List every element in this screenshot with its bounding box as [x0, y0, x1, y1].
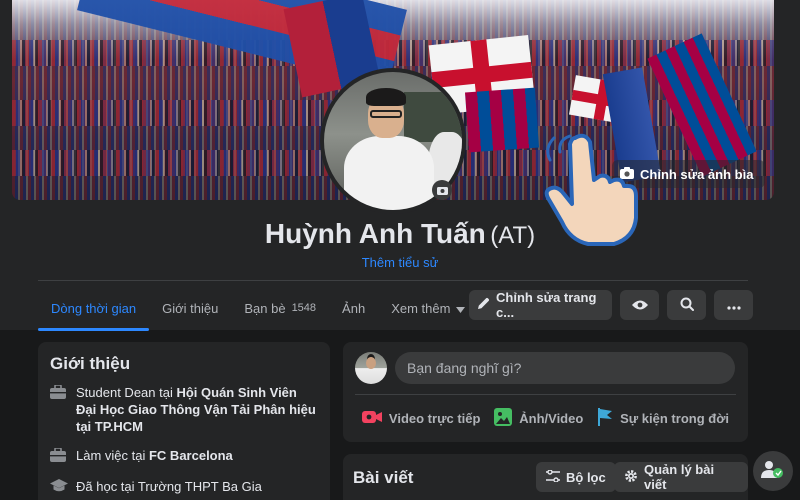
- profile-nickname: (AT): [490, 222, 536, 249]
- photo-video-label: Ảnh/Video: [519, 410, 584, 426]
- intro-item-work: Làm việc tại FC Barcelona: [50, 447, 318, 466]
- flag-icon: [597, 407, 613, 429]
- cover-flag: [464, 87, 540, 153]
- photo-icon: [494, 407, 513, 429]
- divider: [355, 394, 736, 395]
- tab-friends[interactable]: Bạn bè 1548: [231, 291, 329, 325]
- briefcase-icon: [50, 447, 68, 466]
- intro-title: Giới thiệu: [50, 354, 131, 373]
- life-event-button[interactable]: Sự kiện trong đời: [597, 407, 730, 429]
- live-video-label: Video trực tiếp: [388, 410, 481, 426]
- update-avatar-camera-icon[interactable]: [432, 180, 452, 200]
- composer-avatar[interactable]: [355, 352, 387, 384]
- tab-label: Giới thiệu: [162, 300, 219, 316]
- search-profile-button[interactable]: [667, 290, 706, 320]
- tab-label: Dòng thời gian: [51, 300, 137, 316]
- intro-link[interactable]: FC Barcelona: [149, 448, 233, 463]
- briefcase-icon: [50, 384, 68, 435]
- manage-posts-label: Quản lý bài viết: [644, 462, 715, 492]
- caret-down-icon: [456, 301, 466, 316]
- live-video-icon: [361, 410, 382, 427]
- filter-icon: [546, 468, 560, 485]
- intro-item-education: Đã học tại Trường THPT Ba Gia: [50, 478, 318, 497]
- intro-item-work: Student Dean tại Hội Quán Sinh Viên Đại …: [50, 384, 318, 435]
- tab-about[interactable]: Giới thiệu: [149, 291, 231, 325]
- posts-header-card: Bài viết Bộ lọc Quản lý bài viết: [343, 454, 748, 500]
- tab-photos[interactable]: Ảnh: [329, 291, 378, 325]
- contacts-chat-button[interactable]: [753, 451, 793, 491]
- gear-icon: [624, 469, 638, 486]
- add-bio-link[interactable]: Thêm tiểu sử: [0, 255, 800, 270]
- manage-posts-button[interactable]: Quản lý bài viết: [614, 462, 748, 492]
- people-icon: [761, 460, 785, 483]
- pencil-icon: [477, 297, 490, 313]
- profile-name: Huỳnh Anh Tuấn: [264, 218, 486, 249]
- intro-text: Student Dean tại: [76, 385, 177, 400]
- eye-icon: [631, 298, 648, 313]
- edit-profile-label: Chỉnh sửa trang c...: [496, 290, 597, 320]
- post-composer: Bạn đang nghĩ gì? Video trực tiếp Ảnh/Vi…: [343, 342, 748, 442]
- photo-video-button[interactable]: Ảnh/Video: [494, 407, 584, 429]
- tab-label: Bạn bè: [244, 300, 286, 316]
- tab-timeline[interactable]: Dòng thời gian: [38, 291, 150, 331]
- filter-button[interactable]: Bộ lọc: [536, 462, 616, 492]
- profile-header: Chỉnh sửa ảnh bìa Huỳnh Anh Tuấn (AT) Th…: [0, 0, 800, 331]
- edit-profile-button[interactable]: Chỉnh sửa trang c...: [469, 290, 612, 320]
- posts-title: Bài viết: [353, 468, 414, 487]
- view-as-button[interactable]: [620, 290, 659, 320]
- profile-tabs: Dòng thời gian Giới thiệu Bạn bè 1548 Ản…: [38, 288, 478, 331]
- edit-cover-label: Chỉnh sửa ảnh bìa: [640, 166, 754, 182]
- more-icon: [726, 298, 741, 313]
- tab-label: Ảnh: [342, 300, 366, 316]
- live-video-button[interactable]: Video trực tiếp: [361, 410, 481, 427]
- whats-on-your-mind-input[interactable]: Bạn đang nghĩ gì?: [395, 352, 735, 384]
- composer-placeholder: Bạn đang nghĩ gì?: [407, 360, 522, 376]
- graduation-cap-icon: [50, 479, 68, 497]
- intro-text: Làm việc tại: [76, 448, 149, 463]
- tab-label: Xem thêm: [391, 300, 451, 316]
- more-options-button[interactable]: [714, 290, 753, 320]
- life-event-label: Sự kiện trong đời: [620, 410, 730, 426]
- tab-more[interactable]: Xem thêm: [378, 291, 478, 325]
- filter-label: Bộ lọc: [566, 469, 606, 485]
- friends-count: 1548: [291, 302, 317, 314]
- intro-text: Đã học tại Trường THPT Ba Gia: [76, 479, 262, 494]
- divider: [38, 280, 748, 281]
- add-bio-label: Thêm tiểu sử: [361, 255, 439, 270]
- search-icon: [680, 297, 694, 314]
- composer-actions: Video trực tiếp Ảnh/Video Sự kiện trong …: [355, 402, 736, 434]
- profile-actions: Chỉnh sửa trang c...: [469, 290, 753, 320]
- profile-name-row: Huỳnh Anh Tuấn (AT): [0, 218, 800, 250]
- intro-card: Giới thiệu Student Dean tại Hội Quán Sin…: [38, 342, 330, 500]
